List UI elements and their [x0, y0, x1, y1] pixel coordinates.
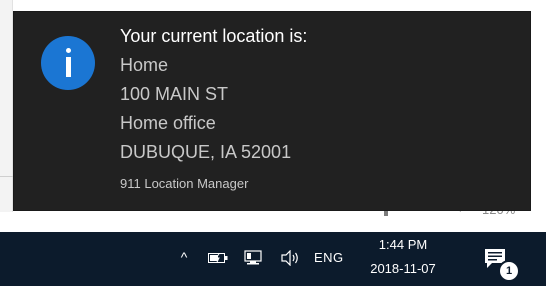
taskbar: ^ ENG 1:44 PM 2018-11-07 1 — [0, 232, 546, 286]
clock-time: 1:44 PM — [378, 237, 428, 252]
input-language-indicator[interactable]: ENG — [314, 248, 344, 268]
info-icon-stem — [66, 57, 71, 77]
location-description: Home office — [120, 113, 216, 133]
network-icon[interactable] — [244, 250, 262, 266]
notification-source-app: 911 Location Manager — [120, 176, 249, 191]
location-name: Home — [120, 55, 169, 75]
show-hidden-icons-chevron-icon[interactable]: ^ — [176, 250, 192, 264]
volume-icon[interactable] — [280, 250, 300, 266]
battery-icon[interactable] — [208, 253, 228, 263]
taskbar-clock[interactable]: 1:44 PM 2018-11-07 — [364, 234, 442, 284]
clock-date: 2018-11-07 — [370, 261, 436, 276]
background-divider — [0, 176, 14, 177]
action-center-button[interactable]: 1 — [480, 244, 524, 284]
info-icon-dot — [66, 48, 71, 53]
info-icon — [41, 36, 95, 90]
location-notification-toast[interactable]: Your current location is: Home 100 MAIN … — [14, 12, 530, 210]
background-side-pane — [0, 0, 13, 212]
notification-count-badge: 1 — [498, 260, 520, 282]
location-street: 100 MAIN ST — [120, 84, 229, 104]
location-city-state-zip: DUBUQUE, IA 52001 — [120, 142, 292, 162]
notification-title: Your current location is: — [120, 26, 308, 46]
